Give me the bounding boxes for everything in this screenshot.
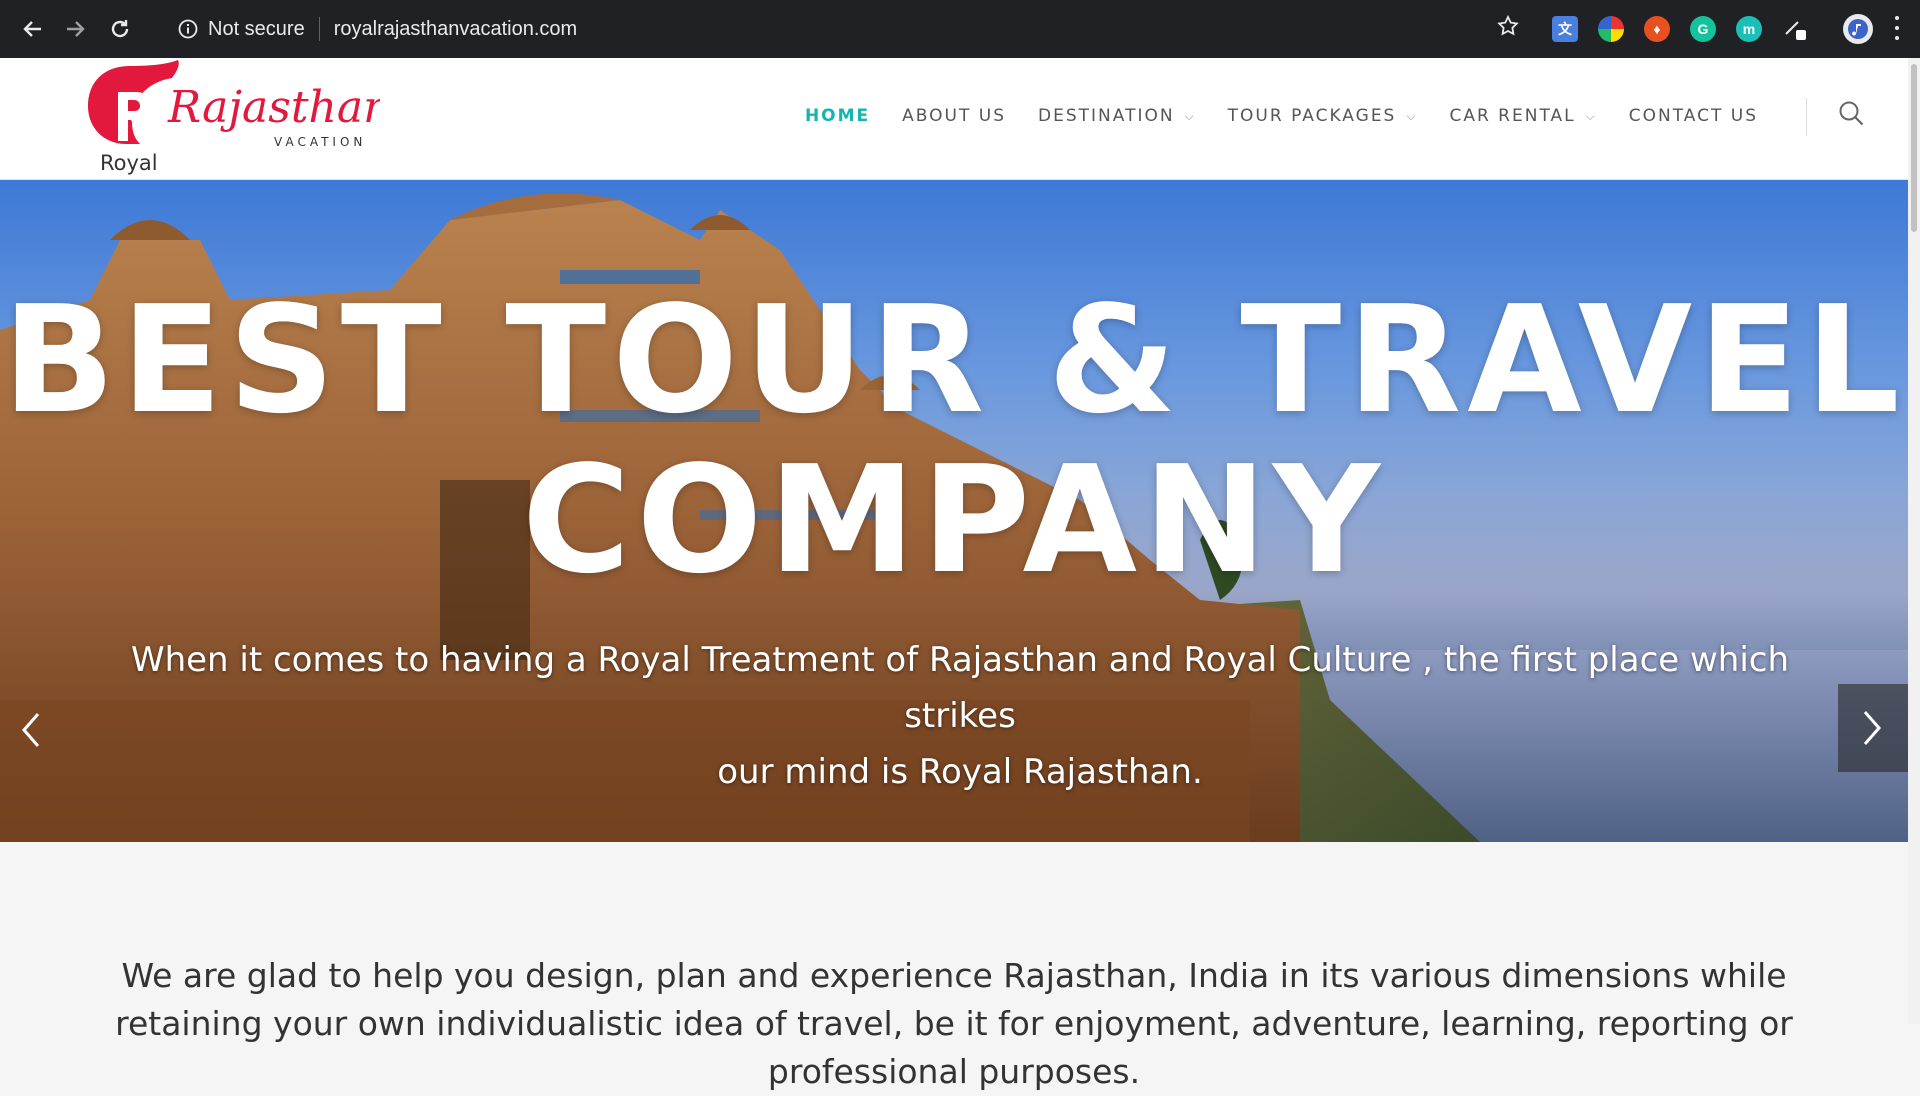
nav-car-rental[interactable]: CAR RENTAL ⌵ (1449, 106, 1596, 126)
back-arrow-icon (23, 21, 41, 37)
translate-extension-icon[interactable]: 文 (1552, 16, 1578, 42)
kebab-menu-icon[interactable] (1894, 16, 1900, 40)
nav-home-label: HOME (804, 106, 871, 126)
profile-avatar-icon[interactable] (1843, 14, 1873, 44)
address-bar[interactable]: Not secure royalrajasthanvacation.com (156, 8, 1496, 50)
nav-about-us[interactable]: ABOUT US (902, 106, 1006, 126)
m-extension-icon[interactable]: m (1736, 16, 1762, 42)
omnibox-divider (318, 17, 320, 41)
hero-slider: BEST TOUR & TRAVEL COMPANY When it comes… (0, 180, 1908, 842)
slider-prev-button[interactable] (18, 710, 42, 761)
reload-button[interactable] (98, 7, 142, 51)
chevron-down-icon: ⌵ (1406, 108, 1418, 123)
hero-subtitle-line1: When it comes to having a Royal Treatmen… (130, 640, 1790, 736)
chevron-down-icon: ⌵ (1184, 108, 1196, 123)
back-button[interactable] (10, 7, 54, 51)
nav-car-rental-label: CAR RENTAL (1449, 106, 1576, 126)
page-scrollbar[interactable] (1908, 58, 1920, 1024)
browser-toolbar: Not secure royalrajasthanvacation.com 文 … (0, 0, 1920, 58)
search-button[interactable] (1838, 100, 1866, 133)
site-logo[interactable]: Rajasthan VACATION Royal (70, 58, 391, 180)
main-menu: HOME ABOUT US DESTINATION ⌵ TOUR PACKAGES… (805, 106, 1758, 126)
scrollbar-thumb[interactable] (1911, 64, 1917, 232)
logo-tagline: VACATION (274, 135, 366, 149)
nav-tour-packages[interactable]: TOUR PACKAGES ⌵ (1228, 106, 1418, 126)
nav-contact-us[interactable]: CONTACT US (1629, 106, 1758, 126)
forward-button[interactable] (54, 7, 98, 51)
reload-icon (111, 20, 129, 38)
chevron-right-icon (1863, 711, 1881, 745)
intro-text: We are glad to help you design, plan and… (115, 956, 1793, 1091)
nav-destination[interactable]: DESTINATION ⌵ (1038, 106, 1196, 126)
nav-destination-label: DESTINATION (1038, 106, 1175, 126)
nav-contact-us-label: CONTACT US (1628, 106, 1758, 126)
site-info[interactable]: Not secure (178, 18, 305, 41)
intro-section: We are glad to help you design, plan and… (0, 842, 1908, 1091)
star-icon (1497, 14, 1519, 36)
bookmark-button[interactable] (1496, 14, 1520, 43)
slider-next-button[interactable] (1838, 684, 1908, 772)
hero-subtitle: When it comes to having a Royal Treatmen… (110, 632, 1810, 800)
nav-about-us-label: ABOUT US (902, 106, 1007, 126)
hero-title-line1: BEST TOUR & TRAVEL (2, 274, 1906, 446)
fire-extension-icon[interactable]: ♦ (1644, 16, 1670, 42)
grammarly-extension-icon[interactable]: G (1690, 16, 1716, 42)
logo-royal: Royal (100, 151, 158, 175)
chevron-down-icon: ⌵ (1585, 108, 1597, 123)
info-icon (178, 19, 198, 39)
forward-arrow-icon (67, 21, 85, 37)
hero-title-line2: COMPANY (521, 434, 1387, 606)
search-icon (1839, 101, 1864, 126)
logo-wordmark: Rajasthan (167, 82, 380, 133)
menu-divider (1806, 98, 1807, 136)
hero-title: BEST TOUR & TRAVEL COMPANY (0, 280, 1908, 600)
nav-home[interactable]: HOME (805, 106, 870, 126)
security-label: Not secure (208, 17, 305, 40)
hero-subtitle-line2: our mind is Royal Rajasthan. (717, 752, 1203, 792)
url-text[interactable]: royalrajasthanvacation.com (334, 18, 577, 41)
pen-extension-icon[interactable] (1782, 16, 1808, 42)
chevron-left-icon (22, 713, 40, 747)
nav-tour-packages-label: TOUR PACKAGES (1227, 106, 1397, 126)
site-header: Rajasthan VACATION Royal HOME ABOUT US D… (0, 58, 1908, 180)
color-extension-icon[interactable] (1598, 16, 1624, 42)
